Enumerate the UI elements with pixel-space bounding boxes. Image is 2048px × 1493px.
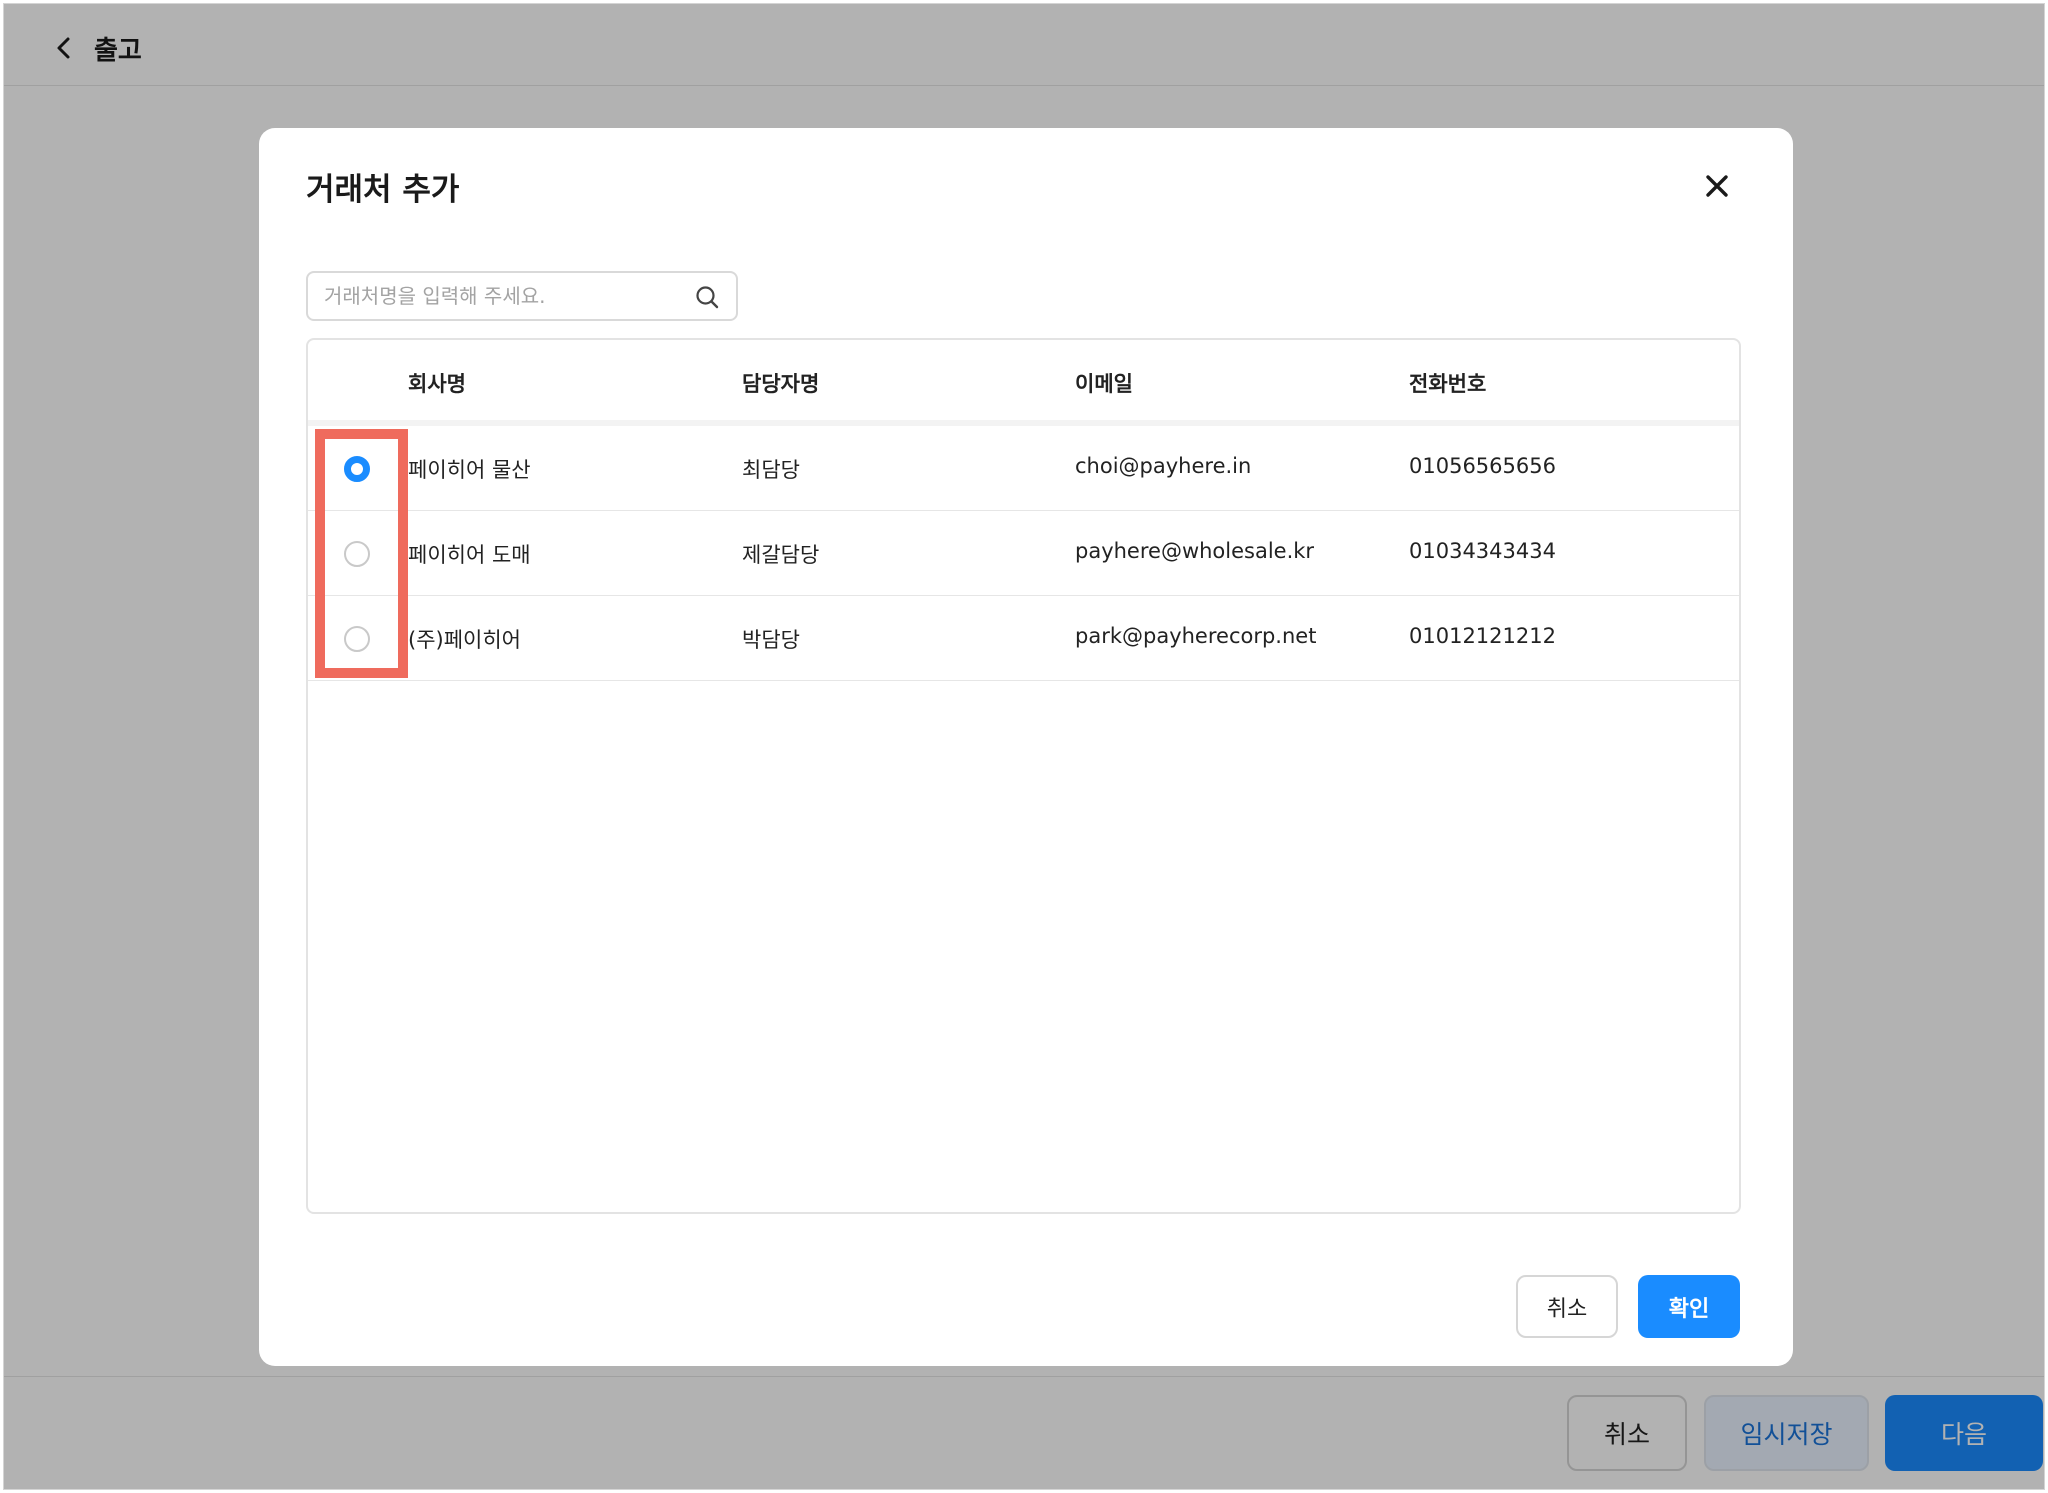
- column-header-company: 회사명: [408, 372, 466, 396]
- vendor-table: 회사명 담당자명 이메일 전화번호 페이히어 물산 최담당 choi@payhe…: [306, 338, 1741, 1214]
- table-row[interactable]: 페이히어 물산 최담당 choi@payhere.in 01056565656: [308, 426, 1739, 511]
- screen: 출고 취소 임시저장 다음 거래처 추가 회사명 담당자명 이메일 전화번: [3, 3, 2045, 1490]
- modal-cancel-button[interactable]: 취소: [1516, 1275, 1618, 1338]
- column-header-email: 이메일: [1075, 372, 1133, 396]
- manager-cell: 제갈담당: [742, 543, 820, 567]
- column-header-phone: 전화번호: [1409, 372, 1487, 396]
- add-vendor-modal: 거래처 추가 회사명 담당자명 이메일 전화번호 페이히어 물산: [259, 128, 1793, 1366]
- phone-cell: 01034343434: [1409, 539, 1556, 563]
- table-row[interactable]: (주)페이히어 박담당 park@payherecorp.net 0101212…: [308, 596, 1739, 681]
- company-cell: (주)페이히어: [408, 628, 521, 652]
- company-cell: 페이히어 물산: [408, 458, 531, 482]
- close-button[interactable]: [1699, 168, 1735, 204]
- email-cell: choi@payhere.in: [1075, 454, 1252, 478]
- row-radio[interactable]: [344, 626, 370, 652]
- column-header-manager: 담당자명: [742, 372, 820, 396]
- company-cell: 페이히어 도매: [408, 543, 531, 567]
- email-cell: payhere@wholesale.kr: [1075, 539, 1315, 563]
- vendor-search-input[interactable]: [324, 273, 684, 319]
- row-radio[interactable]: [344, 541, 370, 567]
- manager-cell: 최담당: [742, 458, 800, 482]
- table-header: 회사명 담당자명 이메일 전화번호: [308, 340, 1739, 426]
- table-row[interactable]: 페이히어 도매 제갈담당 payhere@wholesale.kr 010343…: [308, 511, 1739, 596]
- close-icon: [1706, 175, 1728, 197]
- manager-cell: 박담당: [742, 628, 800, 652]
- confirm-button[interactable]: 확인: [1638, 1275, 1740, 1338]
- row-radio[interactable]: [344, 456, 370, 482]
- phone-cell: 01056565656: [1409, 454, 1556, 478]
- phone-cell: 01012121212: [1409, 624, 1556, 648]
- search-box: [306, 271, 738, 321]
- modal-title: 거래처 추가: [306, 172, 460, 208]
- email-cell: park@payherecorp.net: [1075, 624, 1317, 648]
- search-icon[interactable]: [694, 284, 720, 310]
